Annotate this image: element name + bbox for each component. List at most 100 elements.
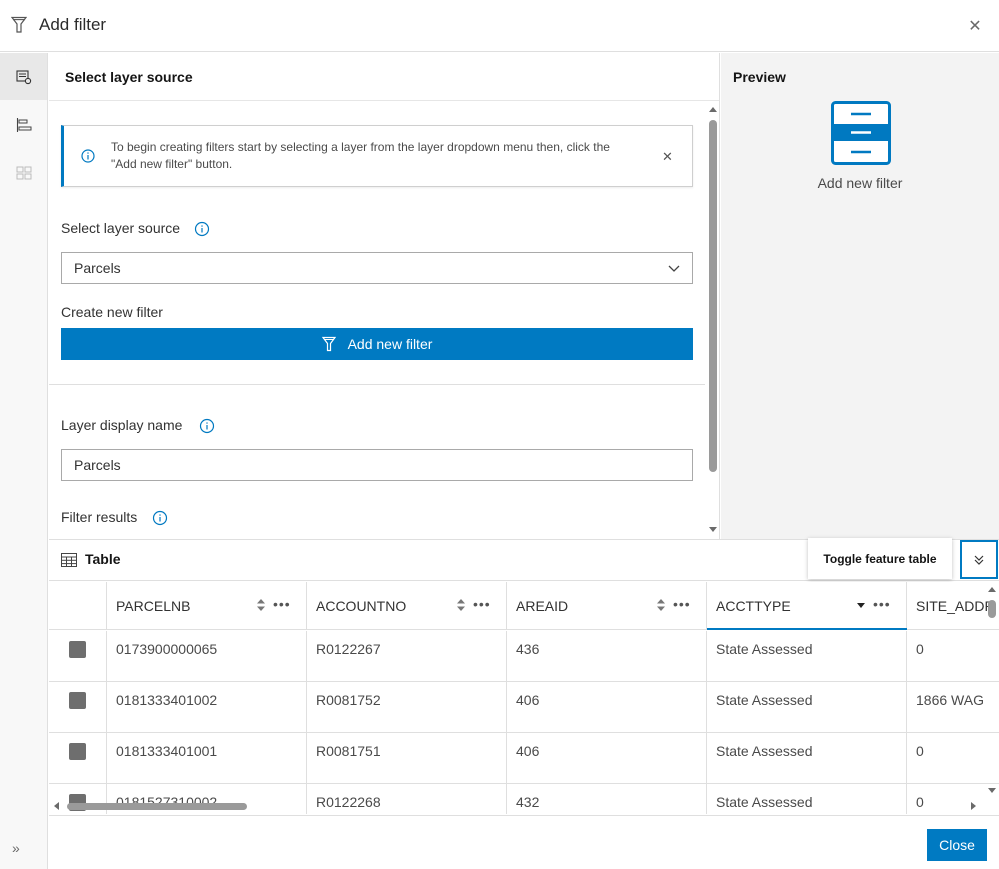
filter-icon <box>321 336 336 352</box>
toggle-feature-table-button[interactable] <box>960 540 998 579</box>
table-vertical-scrollbar[interactable] <box>985 583 999 798</box>
scroll-down-icon[interactable] <box>988 788 996 793</box>
cell-text: 0 <box>916 641 924 657</box>
sort-descending-icon[interactable] <box>857 603 865 609</box>
row-select-cell <box>49 631 107 682</box>
table-title: Table <box>85 551 121 567</box>
table-cell: 436 <box>507 631 707 682</box>
table-cell: State Assessed <box>707 682 907 733</box>
table-cell: 0181333401002 <box>107 682 307 733</box>
dialog-title: Add filter <box>39 15 107 34</box>
cell-text: State Assessed <box>716 641 813 657</box>
layer-source-select[interactable]: Parcels <box>61 252 693 284</box>
more-options-icon[interactable]: ••• <box>673 596 691 612</box>
row-checkbox[interactable] <box>69 692 86 709</box>
sort-icon[interactable] <box>457 599 465 611</box>
more-options-icon[interactable]: ••• <box>473 596 491 612</box>
filter-icon <box>11 16 27 33</box>
divider <box>49 100 719 101</box>
rail-align-button[interactable] <box>0 101 47 148</box>
layer-display-name-input[interactable]: Parcels <box>61 449 693 481</box>
table-cell: State Assessed <box>707 631 907 682</box>
scroll-up-icon[interactable] <box>709 107 717 112</box>
cell-text: 0 <box>916 743 924 759</box>
cell-text: State Assessed <box>716 692 813 708</box>
column-header-accountno[interactable]: ACCOUNTNO ••• <box>307 582 507 629</box>
grid-layout-icon <box>16 166 31 179</box>
close-icon[interactable]: ✕ <box>662 149 673 165</box>
cell-text: 406 <box>516 692 540 708</box>
scroll-down-icon[interactable] <box>709 527 717 532</box>
scroll-left-icon[interactable] <box>54 802 59 810</box>
create-filter-label: Create new filter <box>61 304 163 320</box>
cell-text: 436 <box>516 641 540 657</box>
preview-label: Add new filter <box>817 175 903 191</box>
tooltip-text: Toggle feature table <box>823 551 937 566</box>
column-header-areaid[interactable]: AREAID ••• <box>507 582 707 629</box>
table-icon <box>61 553 77 567</box>
sort-icon[interactable] <box>657 599 665 611</box>
close-icon[interactable]: ✕ <box>966 17 984 35</box>
rail-layer-settings-button[interactable] <box>0 53 47 100</box>
config-scrollbar[interactable] <box>706 105 719 535</box>
table-cell: 0181333401001 <box>107 733 307 784</box>
more-options-icon[interactable]: ••• <box>873 596 891 612</box>
cell-text: 0173900000065 <box>116 641 218 657</box>
filter-list-icon <box>831 101 891 165</box>
table-header-row: PARCELNB ••• ACCOUNTNO ••• AREAID ••• AC… <box>49 582 999 630</box>
table-cell: 406 <box>507 682 707 733</box>
divider <box>49 384 705 385</box>
cell-text: 0181333401001 <box>116 743 218 759</box>
cell-text: State Assessed <box>716 743 813 759</box>
info-icon <box>81 149 95 163</box>
info-icon[interactable] <box>152 510 168 526</box>
table-cell: 0173900000065 <box>107 631 307 682</box>
chevrons-down-icon <box>974 555 984 565</box>
info-icon[interactable] <box>199 418 215 434</box>
cell-text: R0122267 <box>316 641 381 657</box>
table-horizontal-scrollbar[interactable] <box>49 798 984 814</box>
row-select-cell <box>49 682 107 733</box>
add-new-filter-button[interactable]: Add new filter <box>61 328 693 360</box>
close-button[interactable]: Close <box>927 829 987 861</box>
select-column-header <box>49 582 107 629</box>
scroll-right-icon[interactable] <box>971 802 976 810</box>
cell-text: R0081752 <box>316 692 381 708</box>
scroll-thumb[interactable] <box>988 600 996 618</box>
sort-icon[interactable] <box>257 599 265 611</box>
table-row[interactable]: 0181333401001 R0081751 406 State Assesse… <box>49 733 999 784</box>
feature-table: PARCELNB ••• ACCOUNTNO ••• AREAID ••• AC… <box>49 582 999 814</box>
column-header-accttype[interactable]: ACCTTYPE ••• <box>707 582 907 630</box>
preview-panel: Preview Add new filter <box>721 53 999 539</box>
info-icon[interactable] <box>194 221 210 237</box>
column-label: PARCELNB <box>116 598 191 614</box>
table-row[interactable]: 0181333401002 R0081752 406 State Assesse… <box>49 682 999 733</box>
scroll-thumb[interactable] <box>67 803 247 810</box>
filter-results-label: Filter results <box>61 509 138 525</box>
row-checkbox[interactable] <box>69 743 86 760</box>
input-value: Parcels <box>74 457 121 473</box>
table-cell: State Assessed <box>707 733 907 784</box>
tooltip: Toggle feature table <box>808 538 952 579</box>
panel-title: Select layer source <box>65 69 193 85</box>
info-notice: To begin creating filters start by selec… <box>61 125 693 187</box>
table-row[interactable]: 0173900000065 R0122267 436 State Assesse… <box>49 631 999 682</box>
active-column-indicator <box>707 628 907 630</box>
more-options-icon[interactable]: ••• <box>273 596 291 612</box>
expand-rail-icon[interactable]: » <box>12 840 20 856</box>
notice-text: To begin creating filters start by selec… <box>111 140 610 171</box>
cell-text: 0181333401002 <box>116 692 218 708</box>
layer-display-name-label: Layer display name <box>61 417 183 433</box>
cell-text: 1866 WAG <box>916 692 984 708</box>
row-checkbox[interactable] <box>69 641 86 658</box>
select-layer-label: Select layer source <box>61 220 181 236</box>
close-button-label: Close <box>939 837 975 853</box>
chevron-down-icon <box>668 265 680 272</box>
scroll-thumb[interactable] <box>709 120 717 472</box>
cell-text: 406 <box>516 743 540 759</box>
scroll-up-icon[interactable] <box>988 587 996 592</box>
table-cell: R0081751 <box>307 733 507 784</box>
rail-grid-button[interactable] <box>0 149 47 196</box>
dialog-footer: Close <box>49 815 999 869</box>
column-header-parcelnb[interactable]: PARCELNB ••• <box>107 582 307 629</box>
